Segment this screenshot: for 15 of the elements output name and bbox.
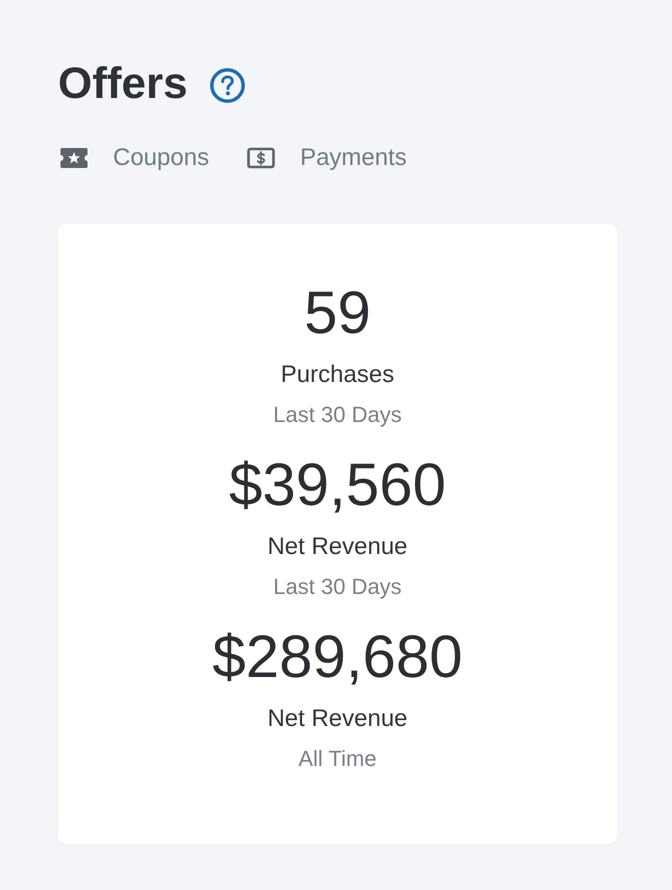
help-icon[interactable] bbox=[210, 68, 245, 102]
stat-label: Net Revenue bbox=[267, 704, 408, 734]
stat-period: All Time bbox=[298, 745, 377, 773]
stat-value: 59 bbox=[304, 278, 371, 348]
stat-value: $289,680 bbox=[212, 622, 463, 692]
dollar-bill-icon bbox=[247, 147, 276, 169]
nav-link[interactable]: Payments bbox=[247, 142, 407, 174]
nav-link[interactable]: Coupons bbox=[60, 142, 210, 174]
page-title: Offers bbox=[58, 58, 188, 110]
stat-period: Last 30 Days bbox=[273, 573, 402, 601]
stat-value: $39,560 bbox=[229, 450, 446, 520]
stat-label: Purchases bbox=[280, 360, 394, 390]
stat-period: Last 30 Days bbox=[273, 401, 402, 429]
ticket-icon bbox=[60, 147, 88, 169]
stat-label: Net Revenue bbox=[267, 532, 408, 562]
